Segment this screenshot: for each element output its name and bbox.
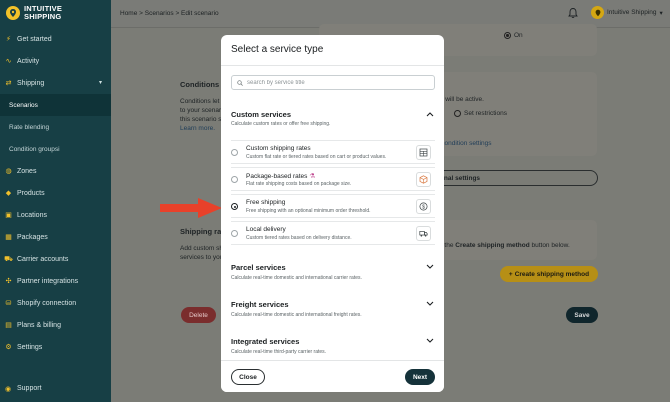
breadcrumb[interactable]: Home > Scenarios > Edit scenario	[120, 10, 219, 17]
sidebar-item-zones[interactable]: ◍ Zones	[0, 160, 111, 182]
zones-icon: ◍	[5, 168, 12, 175]
info-icon[interactable]: i	[58, 146, 59, 153]
radio-button-selected[interactable]	[231, 203, 238, 210]
sidebar-item-shipping[interactable]: ⇄ Shipping ▾	[0, 72, 111, 94]
optional-settings-button[interactable]: ptional settings	[426, 170, 598, 186]
sidebar-item-partner-integrations[interactable]: ✣ Partner integrations	[0, 270, 111, 292]
delivery-truck-icon	[416, 226, 431, 241]
close-button[interactable]: Close	[231, 369, 265, 385]
shipping-icon: ⇄	[5, 80, 12, 87]
sidebar-item-activity[interactable]: ∿ Activity	[0, 50, 111, 72]
save-button[interactable]: Save	[566, 307, 598, 323]
next-button[interactable]: Next	[405, 369, 435, 385]
packages-icon: ▦	[5, 234, 12, 241]
help-icon: ◉	[5, 386, 12, 393]
chevron-down-icon[interactable]	[426, 264, 434, 270]
chevron-down-icon[interactable]	[426, 301, 434, 307]
sidebar-item-settings[interactable]: ⚙ Settings	[0, 336, 111, 358]
create-hint: g the Create shipping method button belo…	[439, 242, 570, 249]
sidebar-item-carrier-accounts[interactable]: ⛟ Carrier accounts	[0, 248, 111, 270]
logo-pin-icon	[6, 6, 20, 20]
package-icon	[416, 172, 431, 187]
chevron-down-icon: ▾	[659, 9, 663, 17]
sidebar-subitem-condition-groups[interactable]: Condition groups i	[0, 138, 111, 160]
sidebar: INTUITIVE SHIPPING ⚡ Get started ∿ Activ…	[0, 0, 111, 402]
conditions-title: Conditions	[180, 80, 220, 89]
location-icon: ▣	[5, 212, 12, 219]
set-restrictions-radio[interactable]: Set restrictions	[454, 110, 507, 117]
search-icon	[237, 79, 243, 86]
radio-button[interactable]	[231, 176, 238, 183]
radio-icon	[454, 110, 461, 117]
account-menu[interactable]: Intuitive Shipping ▾	[591, 6, 663, 19]
option-package-based-rates[interactable]: Package-based rates ⚗ Flat rate shipping…	[231, 167, 435, 191]
svg-text:$: $	[422, 204, 425, 210]
integrated-services-title[interactable]: Integrated services	[231, 337, 299, 346]
select-service-type-modal: Select a service type Custom services Ca…	[221, 35, 444, 392]
activity-icon: ∿	[5, 58, 12, 65]
create-shipping-method-button[interactable]: + Create shipping method	[500, 266, 598, 282]
modal-footer: Close Next	[221, 360, 444, 392]
billing-icon: ▤	[5, 322, 12, 329]
radio-button[interactable]	[231, 149, 238, 156]
divider	[221, 65, 444, 66]
sidebar-subitem-rate-blending[interactable]: Rate blending	[0, 116, 111, 138]
radio-on-icon	[504, 32, 511, 39]
bell-icon[interactable]	[567, 7, 579, 19]
option-local-delivery[interactable]: Local delivery Custom tiered rates based…	[231, 221, 435, 245]
products-icon: ◆	[5, 190, 12, 197]
option-custom-shipping-rates[interactable]: Custom shipping rates Custom flat rate o…	[231, 140, 435, 164]
sidebar-item-locations[interactable]: ▣ Locations	[0, 204, 111, 226]
chevron-down-icon: ▾	[98, 80, 102, 86]
parcel-services-title[interactable]: Parcel services	[231, 263, 286, 272]
brand-logo[interactable]: INTUITIVE SHIPPING	[6, 5, 62, 21]
delete-button[interactable]: Delete	[181, 307, 216, 323]
brand-name: INTUITIVE SHIPPING	[24, 4, 63, 21]
search-input[interactable]	[247, 79, 427, 86]
sidebar-item-get-started[interactable]: ⚡ Get started	[0, 28, 111, 50]
avatar-pin-icon	[595, 9, 600, 16]
gear-icon: ⚙	[5, 344, 12, 351]
sidebar-item-shopify-connection[interactable]: ⛁ Shopify connection	[0, 292, 111, 314]
truck-icon: ⛟	[4, 255, 13, 263]
learn-more-link[interactable]: Learn more.	[180, 125, 215, 132]
beaker-icon: ⚗	[309, 173, 316, 180]
chevron-down-icon[interactable]	[426, 338, 434, 344]
sidebar-item-products[interactable]: ◆ Products	[0, 182, 111, 204]
bolt-icon: ⚡	[6, 36, 11, 43]
sidebar-item-plans-billing[interactable]: ▤ Plans & billing	[0, 314, 111, 336]
modal-title: Select a service type	[231, 44, 324, 55]
avatar	[591, 6, 604, 19]
sidebar-nav: ⚡ Get started ∿ Activity ⇄ Shipping ▾ Sc…	[0, 28, 111, 358]
free-shipping-icon: $	[416, 199, 431, 214]
search-field[interactable]	[231, 75, 435, 90]
chevron-up-icon[interactable]	[426, 111, 434, 117]
shopify-icon: ⛁	[5, 300, 12, 307]
table-icon	[416, 145, 431, 160]
custom-services-title[interactable]: Custom services	[231, 110, 291, 119]
integrations-icon: ✣	[5, 278, 12, 285]
sidebar-item-support[interactable]: ◉ Support	[5, 385, 42, 393]
freight-services-title[interactable]: Freight services	[231, 300, 289, 309]
radio-button[interactable]	[231, 230, 238, 237]
on-radio[interactable]: On	[504, 32, 523, 39]
plus-icon: +	[508, 270, 513, 278]
sidebar-item-packages[interactable]: ▦ Packages	[0, 226, 111, 248]
red-arrow-icon	[160, 198, 222, 218]
option-free-shipping[interactable]: Free shipping Free shipping with an opti…	[231, 194, 435, 218]
shipping-rates-title: Shipping rat	[180, 227, 224, 236]
sidebar-subitem-scenarios[interactable]: Scenarios	[0, 94, 111, 116]
